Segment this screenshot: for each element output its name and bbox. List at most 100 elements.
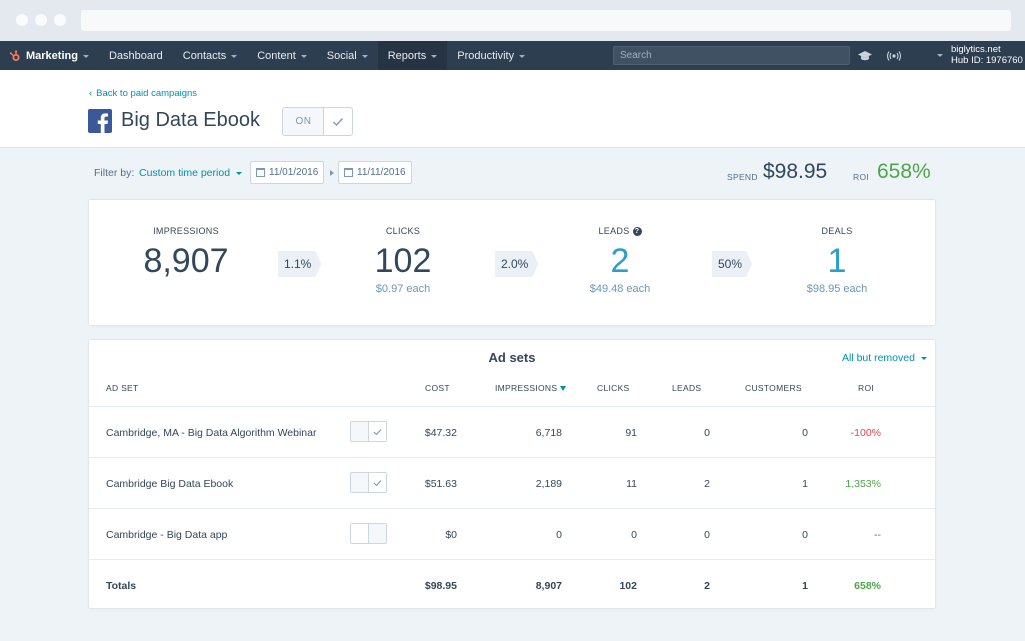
table-row: Cambridge - Big Data app $0 0 0 0 0 --	[89, 508, 935, 559]
check-icon	[323, 108, 352, 135]
leads-label: LEADS	[598, 226, 630, 236]
adset-roi: -100%	[850, 427, 881, 439]
totals-leads: 2	[704, 580, 710, 592]
nav-item-contacts[interactable]: Contacts	[173, 41, 247, 70]
col-header-leads[interactable]: LEADS	[672, 383, 701, 393]
adsets-filter-value: All but removed	[842, 352, 915, 364]
adset-status-toggle[interactable]	[350, 523, 387, 544]
toggle-knob	[351, 524, 369, 543]
table-row: Cambridge Big Data Ebook $51.63 2,189 11…	[89, 457, 935, 508]
col-header-impressions-label: IMPRESSIONS	[495, 383, 558, 393]
chevron-down-icon	[519, 54, 526, 58]
funnel-card: IMPRESSIONS 8,907 1.1% CLICKS 102 $0.97 …	[88, 199, 936, 326]
col-header-customers[interactable]: CUSTOMERS	[745, 383, 802, 393]
roi-label: ROI	[853, 172, 870, 182]
nav-item-social[interactable]: Social	[317, 41, 378, 70]
nav-item-reports[interactable]: Reports	[377, 41, 448, 70]
hub-id: Hub ID: 1976760	[951, 55, 1023, 66]
adset-impressions: 6,718	[535, 427, 562, 439]
notifications-broadcast-icon[interactable]	[886, 48, 902, 64]
totals-impressions: 8,907	[535, 580, 562, 592]
start-date-value: 11/01/2016	[269, 167, 319, 178]
nav-item-dashboard[interactable]: Dashboard	[99, 41, 173, 70]
clicks-label: CLICKS	[385, 226, 421, 236]
col-header-impressions[interactable]: IMPRESSIONS	[495, 383, 567, 393]
clicks-value: 102	[374, 242, 432, 280]
nav-item-label: Reports	[387, 49, 427, 62]
page-title: Big Data Ebook	[121, 109, 260, 131]
chevron-left-icon: ‹	[89, 88, 93, 99]
time-period-dropdown[interactable]: Custom time period	[139, 167, 243, 179]
impressions-value: 8,907	[143, 242, 229, 280]
roi-value: 658%	[877, 160, 931, 183]
chevron-down-icon	[231, 54, 238, 58]
campaign-on-toggle[interactable]: ON	[282, 107, 353, 136]
adset-customers: 1	[802, 478, 808, 490]
adsets-filter-dropdown[interactable]: All but removed	[842, 352, 927, 364]
col-header-roi[interactable]: ROI	[858, 383, 874, 393]
adset-clicks: 91	[625, 427, 637, 439]
totals-roi: 658%	[854, 580, 881, 592]
academy-cap-icon[interactable]	[857, 48, 873, 64]
spend-value: $98.95	[763, 160, 828, 183]
adset-cost: $0	[445, 529, 457, 541]
chevron-down-icon	[300, 54, 307, 58]
totals-cost: $98.95	[424, 580, 457, 592]
deals-metric: DEALS 1 $98.95 each	[747, 225, 927, 295]
toggle-label: ON	[295, 116, 312, 127]
adset-leads: 2	[704, 478, 710, 490]
facebook-logo-icon	[88, 109, 112, 133]
adset-impressions: 0	[556, 529, 562, 541]
nav-brand-label: Marketing	[26, 49, 78, 62]
nav-item-label: Dashboard	[108, 49, 163, 62]
calendar-icon	[344, 168, 353, 177]
totals-customers: 1	[802, 580, 808, 592]
deals-value[interactable]: 1	[747, 243, 927, 279]
nav-item-label: Social	[326, 49, 357, 62]
adset-roi: --	[874, 529, 881, 541]
window-zoom-dot[interactable]	[54, 14, 66, 26]
clicks-metric: CLICKS 102 $0.97 each	[313, 225, 493, 295]
chevron-down-icon	[431, 54, 438, 58]
arrow-right-icon	[330, 170, 334, 176]
col-header-clicks[interactable]: CLICKS	[597, 383, 630, 393]
end-date-input[interactable]: 11/11/2016	[338, 161, 412, 184]
account-menu[interactable]: biglytics.net Hub ID: 1976760	[951, 44, 1023, 66]
address-bar[interactable]	[81, 10, 1011, 31]
nav-item-content[interactable]: Content	[247, 41, 317, 70]
nav-item-label: Contacts	[182, 49, 227, 62]
chevron-down-icon[interactable]	[937, 54, 943, 57]
help-question-icon[interactable]: ?	[632, 226, 642, 236]
search-input[interactable]	[613, 46, 850, 65]
leads-label-row: LEADS?	[530, 225, 710, 237]
col-header-cost[interactable]: COST	[425, 383, 450, 393]
adset-name[interactable]: Cambridge, MA - Big Data Algorithm Webin…	[106, 427, 316, 439]
end-date-value: 11/11/2016	[357, 167, 406, 178]
adset-status-toggle[interactable]	[350, 472, 387, 493]
adset-status-toggle[interactable]	[350, 421, 387, 442]
start-date-input[interactable]: 11/01/2016	[250, 161, 325, 184]
cost-per-click: $0.97 each	[375, 283, 431, 295]
adset-name[interactable]: Cambridge - Big Data app	[106, 529, 227, 541]
account-domain: biglytics.net	[951, 44, 1001, 55]
browser-chrome	[0, 0, 1025, 41]
window-close-dot[interactable]	[16, 14, 28, 26]
campaign-header: ‹ Back to paid campaigns Big Data Ebook O…	[0, 70, 1025, 148]
check-icon	[368, 422, 386, 441]
window-minimize-dot[interactable]	[35, 14, 47, 26]
chevron-down-icon	[920, 356, 927, 360]
adset-leads: 0	[704, 529, 710, 541]
adset-leads: 0	[704, 427, 710, 439]
spend-label: SPEND	[727, 172, 758, 182]
col-header-adset[interactable]: AD SET	[106, 383, 139, 393]
impressions-label: IMPRESSIONS	[153, 226, 219, 236]
nav-brand-menu[interactable]: Marketing	[0, 41, 99, 70]
adset-clicks: 11	[626, 478, 637, 490]
leads-value[interactable]: 2	[530, 243, 710, 279]
back-link[interactable]: ‹ Back to paid campaigns	[89, 88, 197, 99]
adsets-title: Ad sets	[488, 350, 536, 365]
adset-clicks: 0	[631, 529, 637, 541]
adset-name[interactable]: Cambridge Big Data Ebook	[106, 478, 233, 490]
nav-item-productivity[interactable]: Productivity	[447, 41, 535, 70]
adset-customers: 0	[802, 427, 808, 439]
